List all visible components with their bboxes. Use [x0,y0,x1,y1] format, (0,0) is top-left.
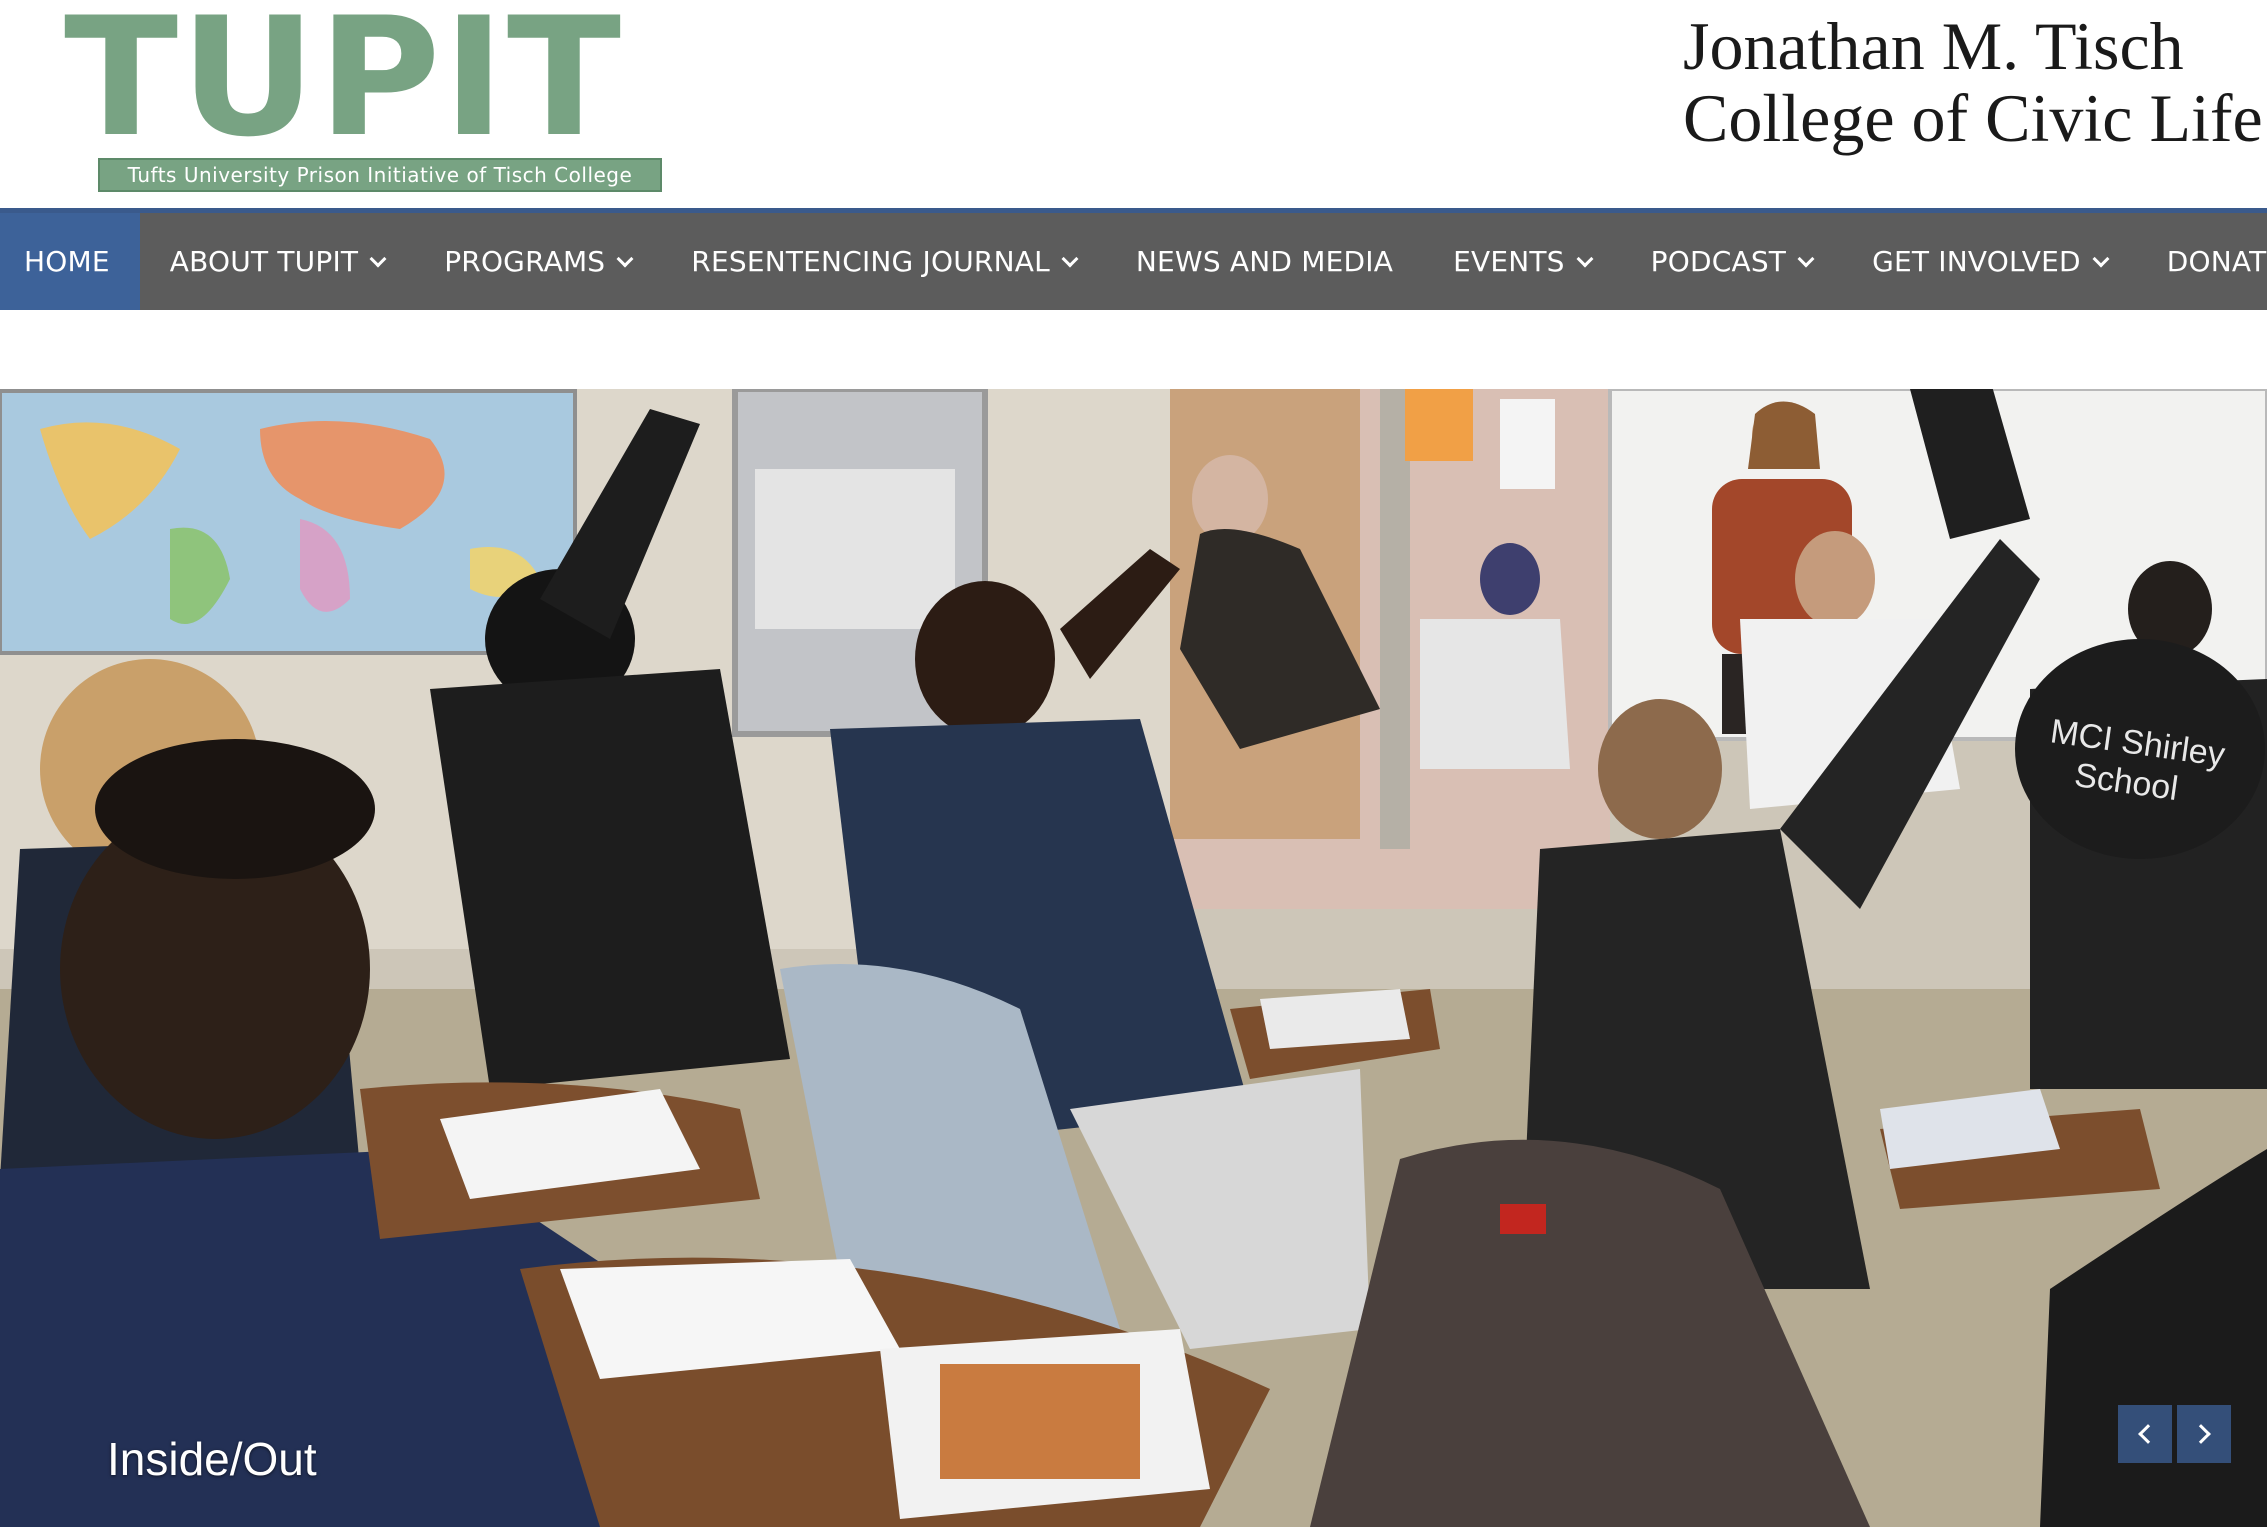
nav-item-home[interactable]: HOME [0,213,140,310]
nav-item-label: GET INVOLVED [1872,245,2081,278]
nav-item-label: PROGRAMS [444,245,606,278]
logo-wordmark: TUPIT [64,0,624,173]
college-name-line1: Jonathan M. Tisch [1683,8,2184,84]
nav-item-about-tupit[interactable]: ABOUT TUPIT [140,213,414,310]
logo-tagline: Tufts University Prison Initiative of Ti… [98,158,662,192]
hero-slider: MCI Shirley School [0,389,2267,1527]
chevron-left-icon [2138,1424,2158,1444]
nav-item-label: NEWS AND MEDIA [1135,245,1394,278]
nav-item-label: EVENTS [1453,245,1565,278]
nav-item-label: RESENTENCING JOURNAL [691,245,1050,278]
nav-item-news-and-media[interactable]: NEWS AND MEDIA [1106,213,1423,310]
nav-item-label: ABOUT TUPIT [169,245,359,278]
nav-item-programs[interactable]: PROGRAMS [414,213,661,310]
chevron-down-icon [1061,250,1079,267]
nav-item-events[interactable]: EVENTS [1423,213,1621,310]
nav-item-label: HOME [24,245,110,278]
nav-item-get-involved[interactable]: GET INVOLVED [1842,213,2137,310]
slide-caption: Inside/Out [107,1433,317,1485]
slider-next-button[interactable] [2177,1405,2231,1463]
nav-item-label: PODCAST [1650,245,1787,278]
chevron-down-icon [1797,250,1815,267]
classroom-photo: MCI Shirley School [0,389,2267,1527]
chevron-down-icon [369,250,387,267]
slider-prev-button[interactable] [2118,1405,2172,1463]
page: TUPIT Tufts University Prison Initiative… [0,0,2267,1527]
chevron-down-icon [1576,250,1594,267]
nav-item-podcast[interactable]: PODCAST [1621,213,1842,310]
main-nav: HOME ABOUT TUPIT PROGRAMS RESENTENCING J… [0,208,2267,310]
college-name-line2: College of Civic Life [1683,80,2263,156]
chevron-down-icon [616,250,634,267]
site-header: TUPIT Tufts University Prison Initiative… [0,0,2267,208]
nav-item-donate[interactable]: DONATE [2137,213,2267,310]
tupit-logo[interactable]: TUPIT Tufts University Prison Initiative… [64,0,662,192]
nav-item-label: DONATE [2166,245,2267,278]
chevron-right-icon [2191,1424,2211,1444]
nav-item-resentencing-journal[interactable]: RESENTENCING JOURNAL [661,213,1106,310]
chevron-down-icon [2092,250,2110,267]
tisch-college-logo[interactable]: Jonathan M. Tisch College of Civic Life [1683,10,2267,154]
